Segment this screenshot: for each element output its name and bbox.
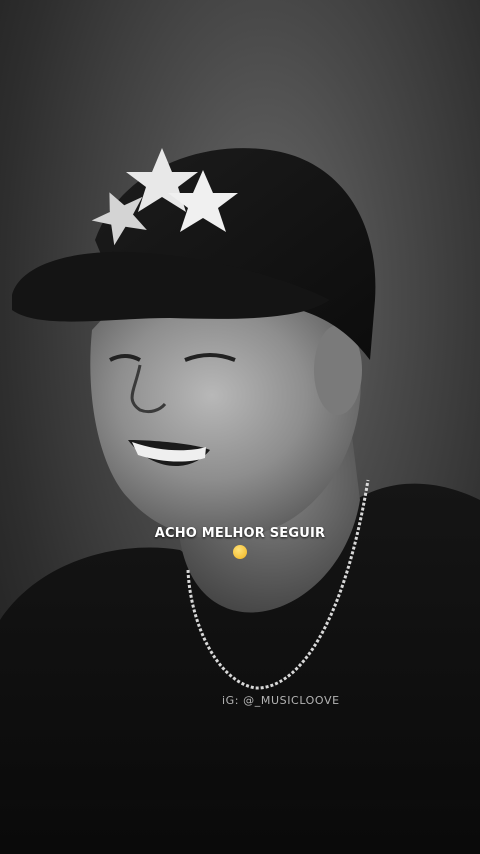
video-frame: ACHO MELHOR SEGUIR iG: @_MUSICLOOVE	[0, 0, 480, 854]
watermark-handle: iG: @_MUSICLOOVE	[222, 694, 340, 707]
caption-text: ACHO MELHOR SEGUIR	[154, 526, 326, 541]
exhausted-face-emoji-icon	[0, 545, 480, 563]
portrait-photo	[0, 148, 480, 854]
